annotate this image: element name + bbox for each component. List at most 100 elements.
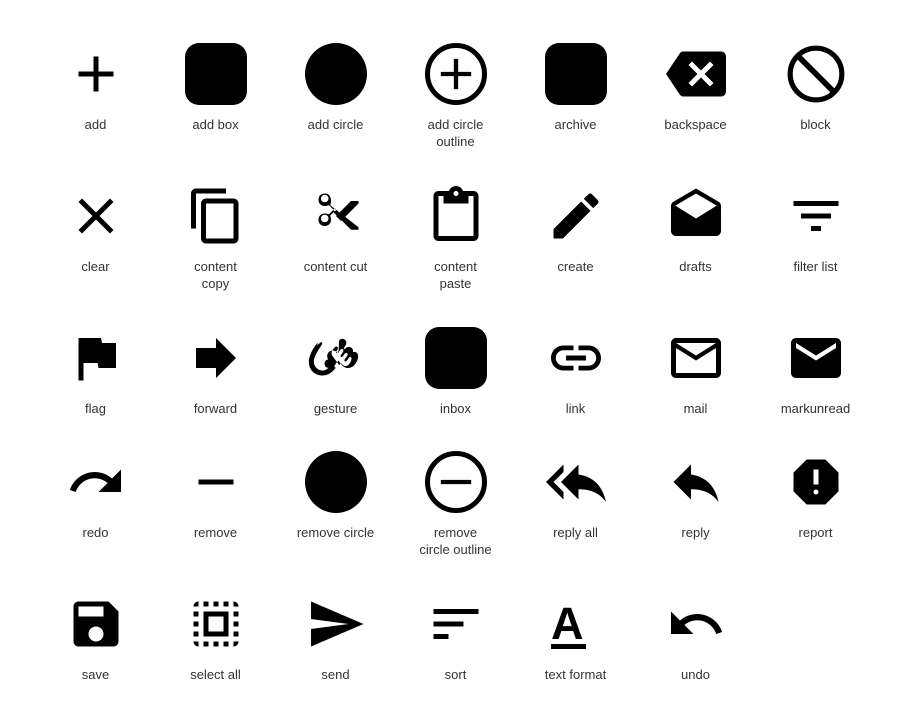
icon-cell-backspace: backspace xyxy=(636,29,756,161)
content-cut-icon xyxy=(301,181,371,251)
icon-cell-sort: sort xyxy=(396,579,516,694)
report-label: report xyxy=(799,525,833,542)
icon-cell-send: send xyxy=(276,579,396,694)
archive-label: archive xyxy=(555,117,597,134)
icon-cell-inbox: inbox xyxy=(396,313,516,428)
remove-circle-icon xyxy=(301,447,371,517)
icon-cell-add: add xyxy=(36,29,156,161)
link-icon xyxy=(541,323,611,393)
clear-icon xyxy=(61,181,131,251)
icon-cell-add-box: add box xyxy=(156,29,276,161)
icon-cell-content-paste: contentpaste xyxy=(396,171,516,303)
create-label: create xyxy=(557,259,593,276)
reply-all-label: reply all xyxy=(553,525,598,542)
remove-circle-outline-icon xyxy=(421,447,491,517)
icon-cell-markunread: markunread xyxy=(756,313,876,428)
icon-cell-reply-all: reply all xyxy=(516,437,636,569)
icon-cell-remove: remove xyxy=(156,437,276,569)
forward-label: forward xyxy=(194,401,237,418)
undo-icon xyxy=(661,589,731,659)
icon-cell-reply: reply xyxy=(636,437,756,569)
icon-cell-remove-circle-outline: removecircle outline xyxy=(396,437,516,569)
icon-cell-filter-list: filter list xyxy=(756,171,876,303)
content-copy-icon xyxy=(181,181,251,251)
remove-icon xyxy=(181,447,251,517)
send-label: send xyxy=(321,667,349,684)
remove-circle-outline-label: removecircle outline xyxy=(419,525,491,559)
content-paste-label: contentpaste xyxy=(434,259,477,293)
add-box-label: add box xyxy=(192,117,238,134)
filter-list-label: filter list xyxy=(793,259,837,276)
icon-cell-block: block xyxy=(756,29,876,161)
report-icon xyxy=(781,447,851,517)
flag-icon xyxy=(61,323,131,393)
reply-icon xyxy=(661,447,731,517)
add-box-icon xyxy=(181,39,251,109)
remove-label: remove xyxy=(194,525,237,542)
icon-cell-add-circle: add circle xyxy=(276,29,396,161)
create-icon xyxy=(541,181,611,251)
icon-cell-archive: archive xyxy=(516,29,636,161)
gesture-label: gesture xyxy=(314,401,357,418)
icon-cell-clear: clear xyxy=(36,171,156,303)
flag-label: flag xyxy=(85,401,106,418)
icon-cell-link: link xyxy=(516,313,636,428)
icon-cell-content-cut: content cut xyxy=(276,171,396,303)
save-icon xyxy=(61,589,131,659)
icon-cell-mail: mail xyxy=(636,313,756,428)
redo-label: redo xyxy=(82,525,108,542)
content-cut-label: content cut xyxy=(304,259,368,276)
backspace-icon xyxy=(661,39,731,109)
markunread-label: markunread xyxy=(781,401,850,418)
icon-cell-add-circle-outline: add circleoutline xyxy=(396,29,516,161)
icon-cell-redo: redo xyxy=(36,437,156,569)
select-all-icon xyxy=(181,589,251,659)
icon-cell-content-copy: contentcopy xyxy=(156,171,276,303)
undo-label: undo xyxy=(681,667,710,684)
add-circle-icon xyxy=(301,39,371,109)
mail-label: mail xyxy=(684,401,708,418)
icon-cell-forward: forward xyxy=(156,313,276,428)
reply-all-icon xyxy=(541,447,611,517)
markunread-icon xyxy=(781,323,851,393)
text-format-label: text format xyxy=(545,667,606,684)
icon-cell-report: report xyxy=(756,437,876,569)
filter-list-icon xyxy=(781,181,851,251)
icon-cell-gesture: gesture xyxy=(276,313,396,428)
svg-text:A: A xyxy=(551,598,584,649)
redo-icon xyxy=(61,447,131,517)
icon-cell-text-format: A text format xyxy=(516,579,636,694)
icon-cell-create: create xyxy=(516,171,636,303)
icon-cell-save: save xyxy=(36,579,156,694)
backspace-label: backspace xyxy=(664,117,726,134)
select-all-label: select all xyxy=(190,667,241,684)
drafts-icon xyxy=(661,181,731,251)
icon-cell-undo: undo xyxy=(636,579,756,694)
archive-icon xyxy=(541,39,611,109)
content-copy-label: contentcopy xyxy=(194,259,237,293)
block-label: block xyxy=(800,117,830,134)
icon-grid: add add box add circle add circleoutline xyxy=(6,9,906,714)
remove-circle-label: remove circle xyxy=(297,525,374,542)
icon-cell-drafts: drafts xyxy=(636,171,756,303)
gesture-icon xyxy=(301,323,371,393)
forward-icon xyxy=(181,323,251,393)
add-circle-label: add circle xyxy=(308,117,364,134)
add-label: add xyxy=(85,117,107,134)
icon-cell-flag: flag xyxy=(36,313,156,428)
clear-label: clear xyxy=(81,259,109,276)
text-format-icon: A xyxy=(541,589,611,659)
link-label: link xyxy=(566,401,586,418)
block-icon xyxy=(781,39,851,109)
sort-icon xyxy=(421,589,491,659)
add-circle-outline-label: add circleoutline xyxy=(428,117,484,151)
icon-cell-remove-circle: remove circle xyxy=(276,437,396,569)
drafts-label: drafts xyxy=(679,259,712,276)
inbox-label: inbox xyxy=(440,401,471,418)
reply-label: reply xyxy=(681,525,709,542)
add-icon xyxy=(61,39,131,109)
add-circle-outline-icon xyxy=(421,39,491,109)
inbox-icon xyxy=(421,323,491,393)
save-label: save xyxy=(82,667,109,684)
send-icon xyxy=(301,589,371,659)
